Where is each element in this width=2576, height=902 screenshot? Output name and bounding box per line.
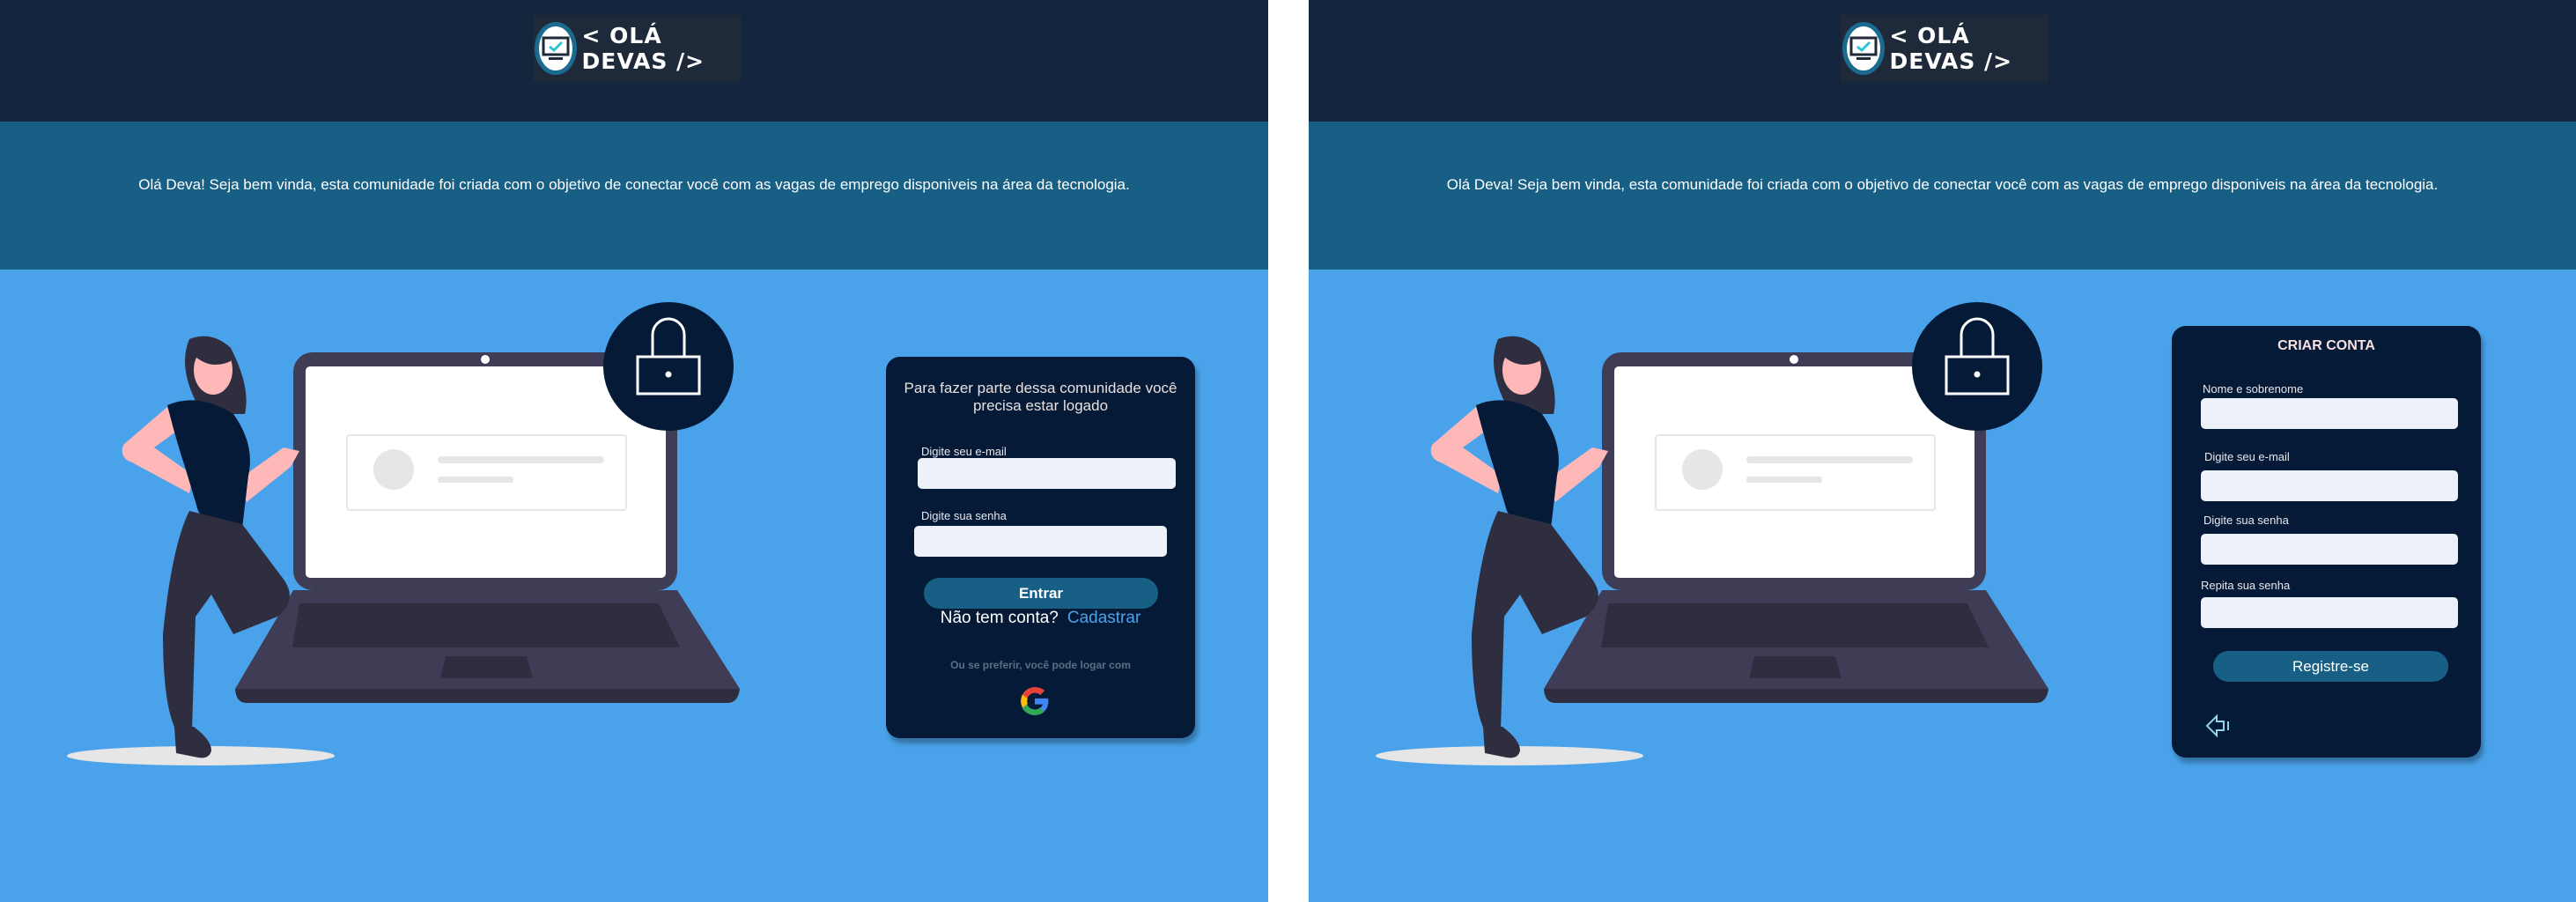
- no-account-row: Não tem conta? Cadastrar: [886, 609, 1195, 628]
- name-label: Nome e sobrenome: [2203, 382, 2304, 396]
- login-illustration: [1376, 302, 2048, 765]
- register-link[interactable]: Cadastrar: [1067, 609, 1140, 627]
- email-label: Digite seu e-mail: [2204, 450, 2290, 463]
- name-field[interactable]: [2201, 398, 2458, 429]
- login-illustration: [67, 302, 740, 765]
- register-button[interactable]: Registre-se: [2213, 651, 2448, 682]
- email-label: Digite seu e-mail: [921, 445, 1007, 458]
- repeat-password-field[interactable]: [2201, 597, 2458, 628]
- password-label: Digite sua senha: [921, 509, 1007, 522]
- login-screen: < OLÁ DEVAS /> Olá Deva! Seja bem vinda,…: [0, 0, 1268, 902]
- password-field[interactable]: [914, 526, 1167, 557]
- signup-title: CRIAR CONTA: [2277, 338, 2375, 353]
- login-button[interactable]: Entrar: [924, 578, 1158, 609]
- back-arrow-icon[interactable]: [2205, 713, 2232, 743]
- email-field[interactable]: [2201, 470, 2458, 501]
- signup-card: CRIAR CONTA Nome e sobrenome Digite seu …: [2172, 326, 2481, 758]
- password-field[interactable]: [2201, 534, 2458, 565]
- alt-login-text: Ou se preferir, você pode logar com: [950, 659, 1131, 671]
- no-account-text: Não tem conta?: [940, 609, 1059, 627]
- email-field[interactable]: [918, 458, 1176, 489]
- login-lead: Para fazer parte dessa comunidade você p…: [904, 380, 1177, 414]
- password-label: Digite sua senha: [2203, 514, 2289, 527]
- signup-screen: < OLÁ DEVAS /> Olá Deva! Seja bem vinda,…: [1309, 0, 2576, 902]
- divider: [1268, 0, 1309, 902]
- repeat-password-label: Repita sua senha: [2201, 579, 2291, 592]
- login-card: Para fazer parte dessa comunidade você p…: [886, 357, 1195, 738]
- google-icon[interactable]: [1018, 684, 1052, 722]
